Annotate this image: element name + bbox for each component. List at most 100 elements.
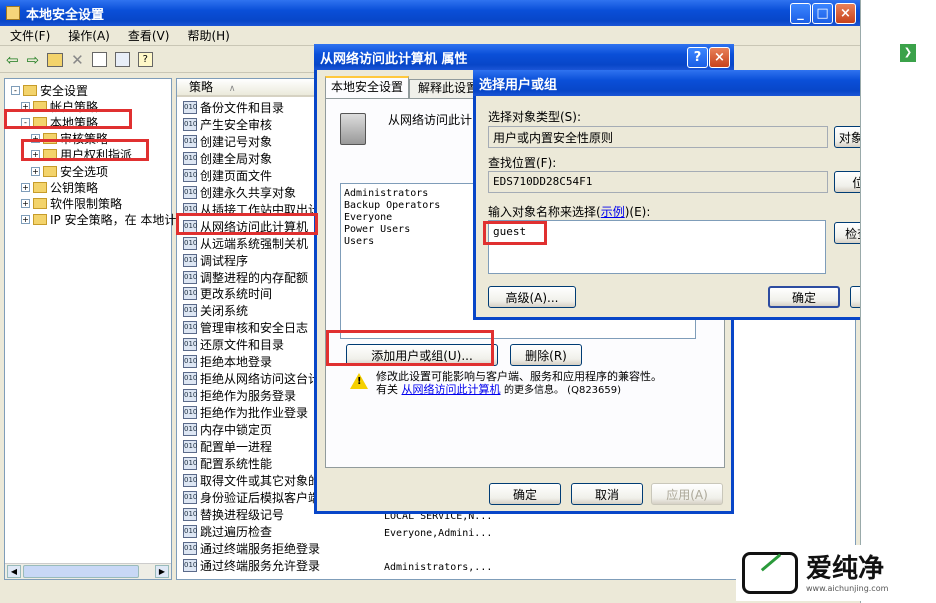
policy-label: 配置系统性能 bbox=[200, 456, 273, 471]
policy-row[interactable]: 010 调试程序 bbox=[183, 252, 248, 269]
names-textarea[interactable]: guest bbox=[488, 220, 826, 274]
tree-item[interactable]: + 公钥策略 bbox=[21, 179, 98, 195]
policy-icon: 010 bbox=[183, 185, 197, 199]
tree-item[interactable]: + 审核策略 bbox=[31, 131, 108, 147]
policy-row[interactable]: 010 拒绝作为服务登录 bbox=[183, 387, 296, 404]
sort-arrow-icon: ∧ bbox=[228, 84, 236, 94]
menu-view[interactable]: 查看(V) bbox=[128, 27, 170, 44]
policy-row[interactable]: 010 还原文件和目录 bbox=[183, 336, 284, 353]
column-header[interactable]: 策略 ∧ bbox=[177, 79, 317, 97]
policy-icon: 010 bbox=[183, 507, 197, 521]
policy-row[interactable]: 010 创建页面文件 bbox=[183, 167, 272, 184]
policy-row[interactable]: 010 身份验证后模拟客户端 bbox=[183, 489, 320, 506]
address-go-button[interactable]: ❯ bbox=[900, 44, 916, 62]
policy-icon: 010 bbox=[183, 389, 197, 403]
policy-row[interactable]: 010 更改系统时间 bbox=[183, 285, 272, 302]
menu-help[interactable]: 帮助(H) bbox=[187, 27, 229, 44]
warning-text: 修改此设置可能影响与客户端、服务和应用程序的兼容性。 有关 从网络访问此计算机 … bbox=[376, 370, 716, 397]
policy-row[interactable]: 010 从网络访问此计算机 bbox=[183, 218, 308, 235]
delete-icon[interactable]: ✕ bbox=[71, 51, 84, 69]
policy-row[interactable]: 010 关闭系统 bbox=[183, 302, 248, 319]
back-arrow-icon[interactable]: ⇦ bbox=[6, 51, 19, 69]
folder-icon bbox=[33, 214, 47, 226]
advanced-button[interactable]: 高级(A)... bbox=[488, 286, 576, 308]
menu-action[interactable]: 操作(A) bbox=[68, 27, 110, 44]
policy-icon: 010 bbox=[183, 423, 197, 437]
expander-icon[interactable]: - bbox=[21, 117, 30, 127]
up-folder-icon[interactable] bbox=[47, 52, 64, 67]
object-type-field: 用户或内置安全性原则 bbox=[488, 126, 828, 148]
expander-icon[interactable]: - bbox=[11, 85, 20, 95]
menu-file[interactable]: 文件(F) bbox=[10, 27, 50, 44]
minimize-button[interactable]: _ bbox=[790, 3, 811, 24]
policy-row[interactable]: 010 替换进程级记号 bbox=[183, 506, 284, 523]
expander-icon[interactable]: + bbox=[31, 166, 40, 176]
policy-row[interactable]: 010 取得文件或其它对象的 bbox=[183, 472, 320, 489]
policy-name: 从网络访问此计 bbox=[388, 113, 473, 127]
add-user-button[interactable]: 添加用户或组(U)... bbox=[346, 344, 498, 366]
policy-icon: 010 bbox=[183, 338, 197, 352]
policy-label: 取得文件或其它对象的 bbox=[200, 473, 321, 488]
policy-row[interactable]: 010 从远端系统强制关机 bbox=[183, 235, 308, 252]
maximize-button[interactable]: □ bbox=[812, 3, 833, 24]
forward-arrow-icon[interactable]: ⇨ bbox=[27, 51, 40, 69]
tree-item[interactable]: - 本地策略 bbox=[21, 114, 98, 130]
policy-row[interactable]: 010 创建永久共享对象 bbox=[183, 184, 296, 201]
policy-label: 关闭系统 bbox=[200, 304, 249, 319]
expander-icon[interactable]: + bbox=[21, 215, 30, 225]
policy-row[interactable]: 010 拒绝从网络访问这台计 bbox=[183, 370, 320, 387]
properties-ok-button[interactable]: 确定 bbox=[489, 483, 561, 505]
tree-item-label: 用户权利指派 bbox=[60, 148, 133, 163]
help-link[interactable]: 从网络访问此计算机 bbox=[402, 383, 501, 396]
properties-close-button[interactable]: × bbox=[709, 47, 730, 68]
properties-help-button[interactable]: ? bbox=[687, 47, 708, 68]
example-link[interactable]: 示例 bbox=[601, 205, 625, 219]
policy-row[interactable]: 010 从插接工作站中取出计 bbox=[183, 201, 320, 218]
tree-item[interactable]: + IP 安全策略，在 本地计 bbox=[21, 212, 176, 228]
help-icon[interactable]: ? bbox=[137, 52, 153, 67]
policy-row[interactable]: 010 创建记号对象 bbox=[183, 133, 272, 150]
expander-icon[interactable]: + bbox=[31, 134, 40, 144]
policy-row[interactable]: 010 内存中锁定页 bbox=[183, 421, 272, 438]
tab-local-setting[interactable]: 本地安全设置 bbox=[325, 76, 409, 98]
select-ok-button[interactable]: 确定 bbox=[768, 286, 840, 308]
policy-row[interactable]: 010 备份文件和目录 bbox=[183, 99, 284, 116]
policy-row[interactable]: 010 配置系统性能 bbox=[183, 455, 272, 472]
policy-label: 内存中锁定页 bbox=[200, 423, 273, 438]
security-setting-value: Everyone,Admini... bbox=[384, 528, 493, 539]
expander-icon[interactable]: + bbox=[31, 150, 40, 160]
tree-item[interactable]: + 用户权利指派 bbox=[31, 147, 132, 163]
location-label: 查找位置(F): bbox=[488, 156, 557, 170]
brand-url: www.aichunjing.com bbox=[806, 583, 889, 593]
tree-item[interactable]: - 安全设置 bbox=[11, 82, 88, 98]
policy-row[interactable]: 010 拒绝本地登录 bbox=[183, 353, 272, 370]
policy-label: 从网络访问此计算机 bbox=[200, 219, 309, 234]
policy-row[interactable]: 010 调整进程的内存配额 bbox=[183, 269, 308, 286]
tree-item-label: 本地策略 bbox=[50, 115, 99, 130]
tree-item[interactable]: + 帐户策略 bbox=[21, 98, 98, 114]
policy-row[interactable]: 010 跳过遍历检查 bbox=[183, 523, 272, 540]
folder-icon bbox=[43, 133, 57, 145]
tree-hscrollbar[interactable]: ◀ ▶ bbox=[5, 563, 171, 579]
properties-cancel-button[interactable]: 取消 bbox=[571, 483, 643, 505]
properties-apply-button[interactable]: 应用(A) bbox=[651, 483, 723, 505]
tree-item[interactable]: + 软件限制策略 bbox=[21, 195, 122, 211]
policy-row[interactable]: 010 通过终端服务拒绝登录 bbox=[183, 540, 320, 557]
export-icon[interactable] bbox=[114, 52, 130, 67]
tree-item[interactable]: + 安全选项 bbox=[31, 163, 108, 179]
close-button[interactable]: × bbox=[835, 3, 856, 24]
policy-row[interactable]: 010 产生安全审核 bbox=[183, 116, 272, 133]
policy-row[interactable]: 010 创建全局对象 bbox=[183, 150, 272, 167]
policy-label: 拒绝从网络访问这台计 bbox=[200, 372, 321, 387]
remove-button[interactable]: 删除(R) bbox=[510, 344, 582, 366]
expander-icon[interactable]: + bbox=[21, 198, 30, 208]
policy-row[interactable]: 010 通过终端服务允许登录 bbox=[183, 557, 320, 574]
expander-icon[interactable]: + bbox=[21, 101, 30, 111]
policy-row[interactable]: 010 管理审核和安全日志 bbox=[183, 319, 308, 336]
expander-icon[interactable]: + bbox=[21, 182, 30, 192]
properties-icon[interactable] bbox=[91, 52, 107, 67]
folder-icon bbox=[43, 149, 57, 161]
policy-icon: 010 bbox=[183, 236, 197, 250]
policy-row[interactable]: 010 配置单一进程 bbox=[183, 438, 272, 455]
policy-row[interactable]: 010 拒绝作为批作业登录 bbox=[183, 404, 308, 421]
